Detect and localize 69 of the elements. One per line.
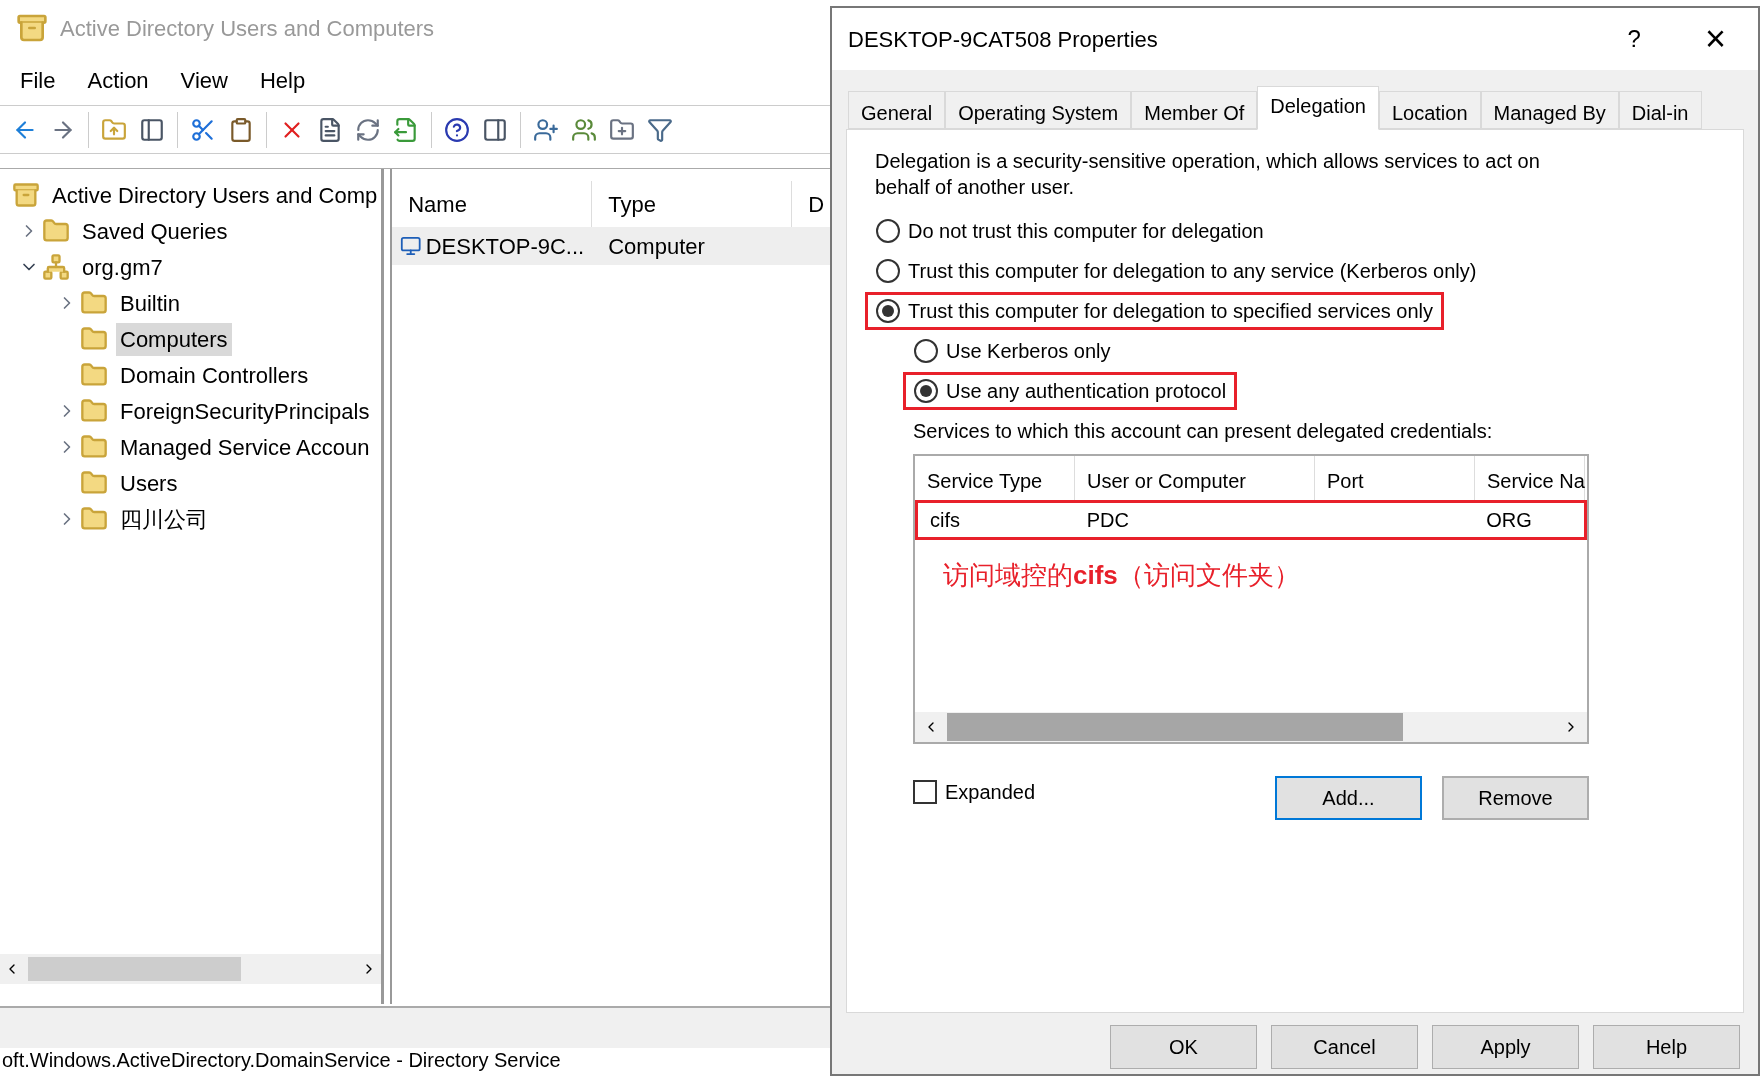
tree-item[interactable]: ForeignSecurityPrincipals [116,394,374,428]
help-button[interactable]: ? [1611,21,1657,57]
folder-icon [80,325,108,353]
radio-button[interactable] [914,379,938,403]
tab[interactable]: Managed By [1480,91,1619,129]
dialog-button[interactable]: Help [1593,1025,1740,1069]
radio-button[interactable] [876,259,900,283]
radio-label: Use Kerberos only [946,339,1111,363]
folder-icon [80,433,108,461]
tree-item[interactable]: Saved Queries [78,214,232,248]
radio-label: Do not trust this computer for delegation [908,219,1264,243]
tree-item[interactable]: Active Directory Users and Comp [48,178,382,212]
horizontal-scrollbar[interactable] [0,954,382,984]
tab[interactable]: Operating System [945,91,1132,129]
folder-icon [80,289,108,317]
close-button[interactable]: × [1688,21,1742,57]
checkbox[interactable] [913,780,937,804]
dialog-button[interactable]: Apply [1432,1025,1579,1069]
dialog-title: DESKTOP-9CAT508 Properties [848,25,1159,54]
dialog-button[interactable]: Remove [1442,776,1589,820]
column-header[interactable]: User or Computer [1075,456,1315,500]
tree-item[interactable]: org.gm7 [78,250,167,284]
menu-item[interactable]: View [168,64,240,97]
folder-icon [80,505,108,533]
radio-label: Trust this computer for delegation to specified services only [908,299,1434,323]
folder-icon [80,361,108,389]
table-cell: PDC [1086,509,1129,531]
snap-in-icon [12,181,40,209]
annotation-text: 访问域控的cifs（访问文件夹） [943,559,1301,592]
checkbox-label: Expanded [945,780,1037,805]
radio-label: Trust this computer for delegation to any service (Kerberos only) [908,259,1477,283]
dialog-button[interactable]: Add... [1275,776,1422,820]
radio-button[interactable] [876,219,900,243]
column-header[interactable]: Service Na [1475,456,1585,500]
table-cell-text: Computer [607,232,706,261]
tab[interactable]: Member Of [1131,91,1258,129]
menu-item[interactable]: File [8,64,68,97]
dialog-button[interactable]: Cancel [1271,1025,1418,1069]
tab[interactable]: Dial-in [1618,91,1702,129]
folder-icon [80,469,108,497]
services-label: Services to which this account can present delegated credentials: [913,419,1494,444]
tree-item[interactable]: Managed Service Accoun [116,430,374,464]
menu-item[interactable]: Action [75,64,161,97]
tree-item[interactable]: Users [116,466,182,500]
radio-button[interactable] [914,339,938,363]
window-title: Active Directory Users and Computers [60,14,435,43]
app-icon [16,12,48,44]
status-bar-text: oft.Windows.ActiveDirectory.DomainService - Directory Service [2,1048,561,1072]
description-text: Delegation is a security-sensitive operation, which allows services to act on behalf of another user. [875,149,1541,200]
radio-button[interactable] [876,299,900,323]
tab[interactable]: General [848,91,946,129]
folder-icon [80,397,108,425]
table-cell: cifs [930,509,960,531]
menu-item[interactable]: Help [247,64,318,97]
dialog-button[interactable]: OK [1110,1025,1257,1069]
folder-icon [42,217,70,245]
radio-label: Use any authentication protocol [946,379,1227,403]
column-header[interactable]: Service Type [915,456,1075,500]
tree-item[interactable]: Computers [116,322,232,356]
table-cell: ORG [1486,509,1532,531]
domain-icon [42,253,70,281]
tree-item[interactable]: Domain Controllers [116,358,313,392]
tree-item[interactable]: 四川公司 [116,502,212,536]
tab[interactable]: Location [1378,91,1481,129]
tree-item[interactable]: Builtin [116,286,184,320]
table-cell-text: DESKTOP-9C... [425,232,585,261]
horizontal-scrollbar[interactable] [915,712,1587,742]
tab[interactable]: Delegation [1257,86,1379,130]
column-header[interactable]: Port [1315,456,1475,500]
